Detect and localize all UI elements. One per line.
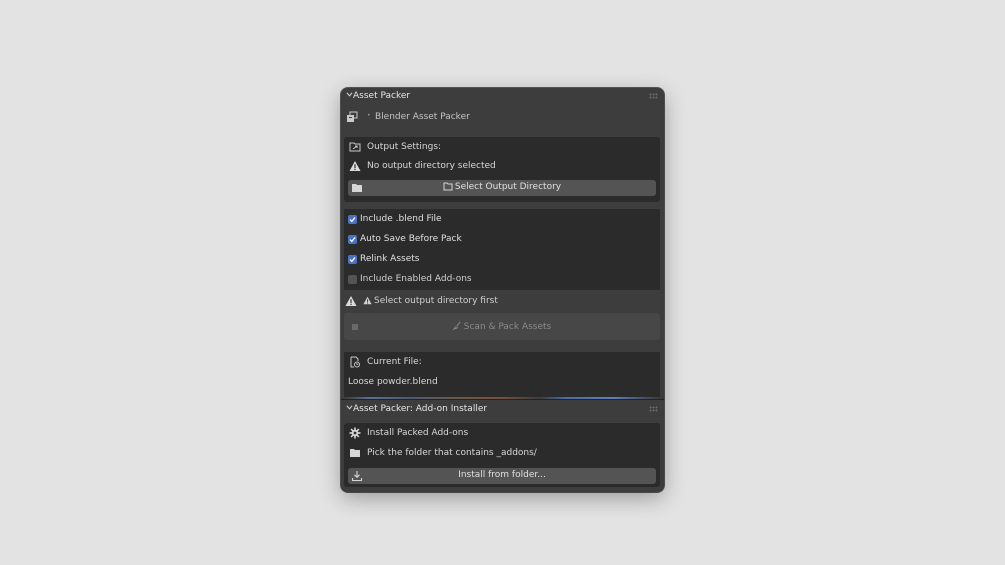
- current-file-heading-row: Current File:: [344, 353, 660, 371]
- bullet-icon: •: [367, 112, 371, 119]
- output-heading: Output Settings:: [367, 142, 442, 152]
- install-heading-row: Install Packed Add-ons: [344, 424, 660, 442]
- options-box: Include .blend File Auto Save Before Pac…: [344, 209, 660, 290]
- panel-title: Asset Packer: [353, 91, 411, 101]
- option-auto-save[interactable]: Auto Save Before Pack: [344, 230, 660, 248]
- output-status: No output directory selected: [367, 161, 496, 171]
- addon-package-icon: [347, 111, 358, 122]
- installer-box: Install Packed Add-ons Pick the folder t…: [344, 423, 660, 487]
- brush-icon: [452, 321, 461, 331]
- panel-divider: [341, 399, 664, 400]
- warning-text: Select output directory first: [374, 296, 498, 306]
- include-blend-checkbox[interactable]: [348, 215, 357, 224]
- scan-pack-button[interactable]: Scan & Pack Assets: [344, 313, 660, 340]
- output-status-row: No output directory selected: [344, 158, 660, 176]
- output-settings-box: Output Settings: No output directory sel…: [344, 137, 660, 202]
- output-heading-row: Output Settings:: [344, 138, 660, 156]
- current-file-box: Current File: Loose powder.blend: [344, 352, 660, 399]
- panel-header-addon-installer[interactable]: Asset Packer: Add-on Installer: [341, 401, 664, 417]
- auto-save-checkbox[interactable]: [348, 235, 357, 244]
- addon-name: Blender Asset Packer: [375, 112, 470, 122]
- include-blend-label: Include .blend File: [360, 214, 442, 224]
- select-output-directory-label: Select Output Directory: [348, 182, 656, 192]
- chevron-down-icon[interactable]: [346, 91, 353, 98]
- option-relink-assets[interactable]: Relink Assets: [344, 250, 660, 268]
- current-file-row: Loose powder.blend: [344, 373, 660, 391]
- current-file-name: Loose powder.blend: [348, 377, 438, 387]
- chevron-down-icon[interactable]: [346, 404, 353, 411]
- select-output-directory-button[interactable]: Select Output Directory: [348, 180, 656, 196]
- panel-header-asset-packer[interactable]: Asset Packer: [341, 88, 664, 104]
- warning-row: Select output directory first: [341, 292, 664, 310]
- drag-grip-icon[interactable]: [649, 93, 658, 99]
- install-from-folder-label: Install from folder...: [458, 470, 546, 480]
- select-output-directory-text: Select Output Directory: [454, 182, 562, 192]
- folder-open-icon: [443, 182, 453, 191]
- addon-row: • Blender Asset Packer: [341, 108, 664, 126]
- instructions-row: Pick the folder that contains _addons/: [344, 444, 660, 462]
- warning-icon: [349, 161, 361, 171]
- option-include-blend[interactable]: Include .blend File: [344, 210, 660, 228]
- option-include-addons[interactable]: Include Enabled Add-ons: [344, 270, 660, 288]
- relink-assets-label: Relink Assets: [360, 254, 420, 264]
- include-addons-label: Include Enabled Add-ons: [360, 274, 472, 284]
- asset-packer-window: Asset Packer • Blender Asset Packer Outp…: [341, 88, 664, 492]
- scan-pack-text: Scan & Pack Assets: [463, 322, 552, 332]
- install-from-folder-button[interactable]: Install from folder...: [348, 468, 656, 484]
- warning-inline-icon: [363, 296, 372, 305]
- instructions-text: Pick the folder that contains _addons/: [367, 448, 537, 458]
- panel-title: Asset Packer: Add-on Installer: [353, 404, 488, 414]
- folder-output-icon: [349, 142, 361, 152]
- warning-icon: [345, 296, 357, 306]
- include-addons-checkbox[interactable]: [348, 275, 357, 284]
- folder-icon: [350, 449, 360, 457]
- scan-pack-label: Scan & Pack Assets: [344, 321, 660, 332]
- drag-grip-icon[interactable]: [649, 406, 658, 412]
- relink-assets-checkbox[interactable]: [348, 255, 357, 264]
- file-icon: [350, 356, 360, 368]
- gear-icon: [349, 427, 361, 439]
- current-file-heading: Current File:: [367, 357, 422, 367]
- install-heading: Install Packed Add-ons: [367, 428, 469, 438]
- auto-save-label: Auto Save Before Pack: [360, 234, 462, 244]
